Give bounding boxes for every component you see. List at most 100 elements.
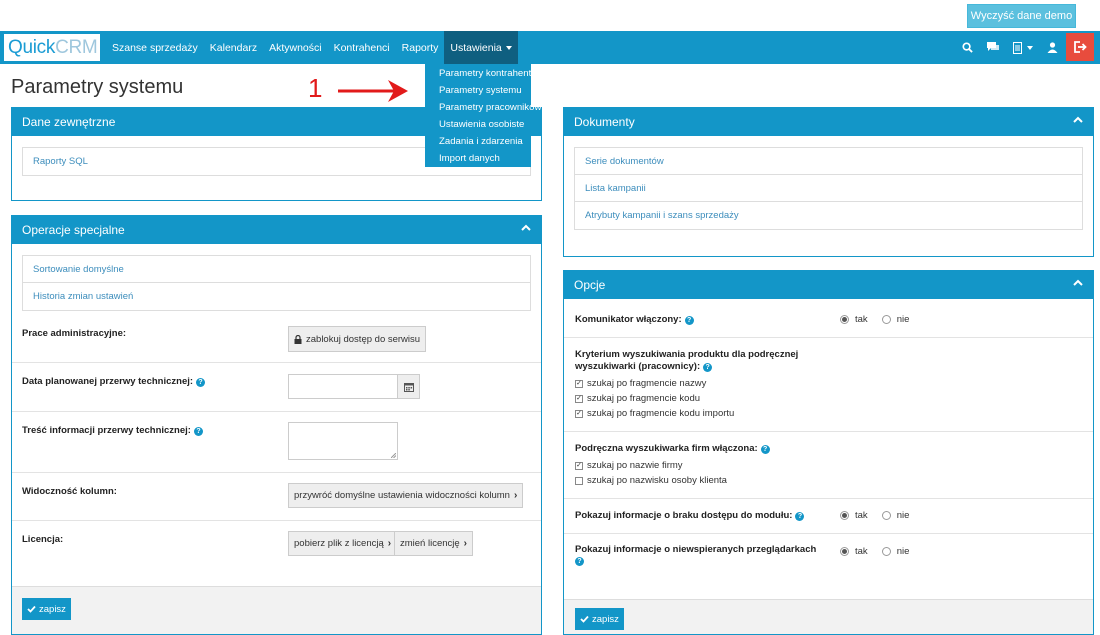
- nav-calendar[interactable]: Kalendarz: [204, 31, 263, 64]
- communicator-yes-radio[interactable]: [840, 315, 849, 324]
- search-by-code-label: szukaj po fragmencie kodu: [587, 393, 701, 404]
- no-access-no-radio[interactable]: [881, 511, 891, 520]
- planned-break-date-input[interactable]: [288, 374, 398, 399]
- communicator-radio-group: tak nie: [840, 314, 909, 325]
- download-license-label: pobierz plik z licencją: [294, 538, 384, 549]
- menu-item-personal-settings[interactable]: Ustawienia osobiste: [425, 116, 531, 133]
- menu-item-import-data[interactable]: Import danych: [425, 150, 531, 167]
- planned-break-label: Data planowanej przerwy technicznej:?: [22, 376, 206, 387]
- check-icon: [27, 605, 36, 613]
- communicator-label-text: Komunikator włączony:: [575, 314, 682, 325]
- break-info-label: Treść informacji przerwy technicznej:?: [22, 425, 203, 436]
- special-operations-panel: Operacje specjalne Sortowanie domyślne H…: [11, 215, 542, 635]
- help-icon[interactable]: ?: [684, 316, 694, 325]
- unsupported-radio-group: tak nie: [840, 546, 909, 557]
- chat-icon[interactable]: [987, 42, 999, 53]
- columns-visibility-label: Widoczność kolumn:: [22, 486, 117, 497]
- restore-columns-label: przywróć domyślne ustawienia widoczności…: [294, 490, 510, 501]
- block-service-access-label: zablokuj dostęp do serwisu: [306, 333, 421, 345]
- panel-title: Dokumenty: [574, 115, 635, 129]
- help-icon[interactable]: ?: [575, 557, 584, 566]
- help-icon[interactable]: ?: [760, 445, 770, 454]
- divider: [12, 520, 541, 521]
- divider: [12, 362, 541, 363]
- panel-header: Opcje: [564, 271, 1093, 299]
- search-by-company-checkbox[interactable]: ✓: [575, 461, 583, 470]
- product-search-label-text: wyszukiwarki (pracownicy):: [575, 361, 701, 372]
- nav-reports[interactable]: Raporty: [396, 31, 445, 64]
- save-label: zapisz: [592, 613, 619, 625]
- restore-columns-button[interactable]: przywróć domyślne ustawienia widoczności…: [288, 483, 524, 508]
- documents-links: Serie dokumentów Lista kampanii Atrybuty…: [574, 147, 1083, 230]
- chevron-up-icon[interactable]: [1073, 278, 1083, 288]
- link-settings-history[interactable]: Historia zmian ustawień: [23, 283, 530, 310]
- unsupported-browsers-label: Pokazuj informacje o niewspieranych prze…: [575, 544, 817, 555]
- link-document-series[interactable]: Serie dokumentów: [575, 148, 1082, 175]
- nav-settings[interactable]: Ustawienia: [444, 31, 518, 64]
- break-info-label-text: Treść informacji przerwy technicznej:: [22, 425, 191, 436]
- panel-header: Dokumenty: [564, 108, 1093, 136]
- chevron-up-icon[interactable]: [1073, 115, 1083, 125]
- help-icon[interactable]: ?: [193, 427, 203, 436]
- divider: [12, 411, 541, 412]
- menu-item-system-params[interactable]: Parametry systemu: [425, 82, 531, 99]
- break-info-textarea[interactable]: [288, 422, 398, 460]
- help-icon[interactable]: ?: [703, 363, 713, 372]
- no-label: nie: [896, 314, 910, 325]
- search-icon[interactable]: [962, 42, 973, 53]
- no-label: nie: [896, 510, 910, 521]
- logout-icon[interactable]: [1066, 33, 1094, 61]
- change-license-label: zmień licencję: [400, 538, 460, 549]
- search-by-name-checkbox[interactable]: ✓: [575, 379, 583, 388]
- no-access-info-label: Pokazuj informacje o braku dostępu do mo…: [575, 510, 805, 521]
- menu-item-employee-params[interactable]: Parametry pracowników: [425, 99, 541, 116]
- search-by-code-checkbox[interactable]: ✓: [575, 394, 583, 403]
- divider: [12, 472, 541, 473]
- link-campaign-attributes[interactable]: Atrybuty kampanii i szans sprzedaży: [575, 202, 1082, 229]
- nav-activities[interactable]: Aktywności: [263, 31, 328, 64]
- caret-down-icon: [505, 45, 512, 50]
- chevron-up-icon[interactable]: [521, 223, 531, 233]
- calendar-icon[interactable]: [397, 374, 420, 399]
- main-menu: Szanse sprzedaży Kalendarz Aktywności Ko…: [106, 31, 518, 64]
- clear-demo-data-button[interactable]: Wyczyść dane demo: [967, 4, 1076, 28]
- chevron-right-icon: ›: [513, 490, 518, 501]
- no-access-yes-radio[interactable]: [840, 511, 849, 520]
- yes-label: tak: [855, 510, 868, 521]
- divider: [564, 431, 1093, 432]
- nav-settings-label: Ustawienia: [450, 41, 502, 54]
- resize-handle-icon[interactable]: [391, 453, 396, 458]
- logo[interactable]: Quick CRM: [4, 34, 100, 61]
- block-service-access-button[interactable]: zablokuj dostęp do serwisu: [288, 326, 427, 352]
- save-button[interactable]: zapisz: [22, 598, 71, 620]
- help-icon[interactable]: ?: [795, 512, 805, 521]
- save-button[interactable]: zapisz: [575, 608, 624, 630]
- download-license-button[interactable]: pobierz plik z licencją ›: [288, 531, 398, 556]
- logo-quick: Quick: [8, 36, 56, 58]
- search-by-import-code-checkbox[interactable]: ✓: [575, 409, 583, 418]
- unsupported-yes-radio[interactable]: [840, 547, 849, 556]
- company-search-label-text: Podręczna wyszukiwarka firm włączona:: [575, 443, 758, 454]
- nav-contractors[interactable]: Kontrahenci: [328, 31, 396, 64]
- document-icon[interactable]: [1013, 41, 1033, 54]
- nav-icons: [955, 31, 1065, 64]
- help-icon[interactable]: ?: [196, 378, 206, 387]
- search-by-person-checkbox-row: szukaj po nazwisku osoby klienta: [575, 475, 727, 486]
- search-by-company-checkbox-row: ✓ szukaj po nazwie firmy: [575, 460, 683, 471]
- nav-sales-opportunities[interactable]: Szanse sprzedaży: [106, 31, 204, 64]
- search-by-person-checkbox[interactable]: [575, 476, 583, 485]
- divider: [564, 337, 1093, 338]
- menu-item-tasks-events[interactable]: Zadania i zdarzenia: [425, 133, 531, 150]
- change-license-button[interactable]: zmień licencję ›: [394, 531, 474, 556]
- link-campaign-list[interactable]: Lista kampanii: [575, 175, 1082, 202]
- page-title: Parametry systemu: [11, 76, 184, 98]
- unsupported-no-radio[interactable]: [881, 547, 891, 556]
- documents-panel: Dokumenty Serie dokumentów Lista kampani…: [563, 107, 1094, 257]
- save-label: zapisz: [39, 603, 66, 615]
- menu-item-contractor-params[interactable]: Parametry kontrahentów: [425, 65, 544, 82]
- user-icon[interactable]: [1047, 42, 1058, 53]
- link-default-sorting[interactable]: Sortowanie domyślne: [23, 256, 530, 283]
- no-label: nie: [896, 546, 910, 557]
- lock-icon: [294, 334, 302, 344]
- communicator-no-radio[interactable]: [881, 315, 891, 324]
